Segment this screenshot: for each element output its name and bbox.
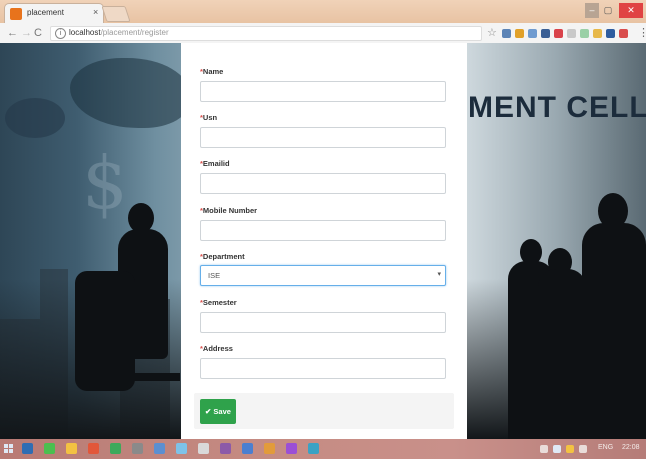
tab-close-icon[interactable]: × bbox=[93, 7, 98, 17]
emailid-input[interactable] bbox=[200, 173, 446, 194]
usn-label-text: Usn bbox=[202, 113, 218, 122]
tab-title: placement bbox=[27, 8, 64, 17]
browser-menu-icon[interactable]: ⋮ bbox=[638, 26, 646, 39]
browser-extension-icon[interactable] bbox=[619, 29, 628, 38]
silhouette-table bbox=[110, 373, 180, 381]
world-map-graphic bbox=[5, 98, 65, 138]
browser-extension-icon[interactable] bbox=[580, 29, 589, 38]
url-text: localhost/placement/register bbox=[69, 28, 169, 37]
url-host: localhost bbox=[69, 28, 101, 37]
taskbar-app-icon[interactable] bbox=[66, 443, 77, 454]
mobile-number-label: *Mobile Number bbox=[200, 206, 257, 215]
new-tab-button[interactable] bbox=[101, 6, 131, 22]
clock[interactable]: 22:08 bbox=[622, 444, 640, 451]
language-indicator[interactable]: ENG bbox=[598, 444, 613, 451]
browser-extension-icon[interactable] bbox=[502, 29, 511, 38]
taskbar-app-icon[interactable] bbox=[110, 443, 121, 454]
name-label-text: Name bbox=[202, 67, 224, 76]
system-tray-icon[interactable] bbox=[553, 445, 561, 453]
emailid-label-text: Emailid bbox=[202, 159, 230, 168]
registration-form: *Name *Usn *Emailid *Mobile Number *Departme… bbox=[181, 43, 467, 439]
info-icon[interactable]: i bbox=[55, 28, 66, 39]
browser-extension-icon[interactable] bbox=[541, 29, 550, 38]
save-button[interactable]: ✔ Save bbox=[200, 399, 236, 424]
address-bar[interactable]: i localhost/placement/register bbox=[50, 26, 482, 41]
system-tray-icon[interactable] bbox=[579, 445, 587, 453]
taskbar-app-icon[interactable] bbox=[264, 443, 275, 454]
tab-favicon-icon bbox=[10, 8, 22, 20]
address-input[interactable] bbox=[200, 358, 446, 379]
browser-extension-icon[interactable] bbox=[515, 29, 524, 38]
browser-extension-icon[interactable] bbox=[528, 29, 537, 38]
browser-extension-icon[interactable] bbox=[554, 29, 563, 38]
browser-tab[interactable]: placement × bbox=[4, 3, 104, 24]
mobile-number-input[interactable] bbox=[200, 220, 446, 241]
taskbar-app-icon[interactable] bbox=[308, 443, 319, 454]
taskbar-app-icon[interactable] bbox=[132, 443, 143, 454]
forward-arrow-icon[interactable]: → bbox=[21, 26, 32, 40]
taskbar-app-icon[interactable] bbox=[22, 443, 33, 454]
window-maximize-button[interactable]: ▢ bbox=[601, 3, 615, 18]
system-tray-icon[interactable] bbox=[566, 445, 574, 453]
silhouette-person-body bbox=[582, 223, 646, 439]
department-selected-value: ISE bbox=[208, 271, 221, 280]
caret-down-icon: ▾ bbox=[437, 271, 441, 278]
taskbar-app-icon[interactable] bbox=[242, 443, 253, 454]
address-label-text: Address bbox=[202, 344, 233, 353]
dollar-graphic: $ bbox=[82, 141, 128, 225]
browser-titlebar: placement × – ▢ ✕ bbox=[0, 0, 646, 24]
window-minimize-button[interactable]: – bbox=[585, 3, 599, 18]
back-arrow-icon[interactable]: ← bbox=[7, 26, 18, 40]
name-input[interactable] bbox=[200, 81, 446, 102]
department-label: *Department bbox=[200, 252, 245, 261]
window-close-button[interactable]: ✕ bbox=[619, 3, 643, 18]
emailid-label: *Emailid bbox=[200, 159, 230, 168]
browser-toolbar: ← → C i localhost/placement/register ☆ ⋮ bbox=[0, 23, 646, 44]
name-label: *Name bbox=[200, 67, 223, 76]
reload-icon[interactable]: C bbox=[34, 26, 42, 40]
taskbar-app-icon[interactable] bbox=[198, 443, 209, 454]
address-label: *Address bbox=[200, 344, 233, 353]
bookmark-star-icon[interactable]: ☆ bbox=[487, 26, 497, 39]
silhouette-person-body bbox=[538, 269, 586, 439]
world-map-graphic bbox=[70, 58, 190, 128]
page-content: $ MENT CELL *Name *Usn *Emailid *Mobile Num… bbox=[0, 43, 646, 439]
usn-label: *Usn bbox=[200, 113, 217, 122]
start-button[interactable] bbox=[4, 444, 14, 454]
browser-extension-icon[interactable] bbox=[606, 29, 615, 38]
taskbar-app-icon[interactable] bbox=[154, 443, 165, 454]
browser-extension-icon[interactable] bbox=[567, 29, 576, 38]
semester-input[interactable] bbox=[200, 312, 446, 333]
windows-taskbar: ENG 22:08 bbox=[0, 439, 646, 459]
page-banner-title: MENT CELL bbox=[468, 91, 646, 124]
taskbar-app-icon[interactable] bbox=[286, 443, 297, 454]
department-select[interactable]: ISE ▾ bbox=[200, 265, 446, 286]
usn-input[interactable] bbox=[200, 127, 446, 148]
semester-label-text: Semester bbox=[202, 298, 237, 307]
taskbar-app-icon[interactable] bbox=[44, 443, 55, 454]
taskbar-app-icon[interactable] bbox=[88, 443, 99, 454]
system-tray-icon[interactable] bbox=[540, 445, 548, 453]
taskbar-app-icon[interactable] bbox=[176, 443, 187, 454]
mobile-number-label-text: Mobile Number bbox=[202, 206, 258, 215]
taskbar-app-icon[interactable] bbox=[220, 443, 231, 454]
semester-label: *Semester bbox=[200, 298, 237, 307]
department-label-text: Department bbox=[202, 252, 245, 261]
browser-extension-icon[interactable] bbox=[593, 29, 602, 38]
url-path: /placement/register bbox=[100, 28, 169, 37]
